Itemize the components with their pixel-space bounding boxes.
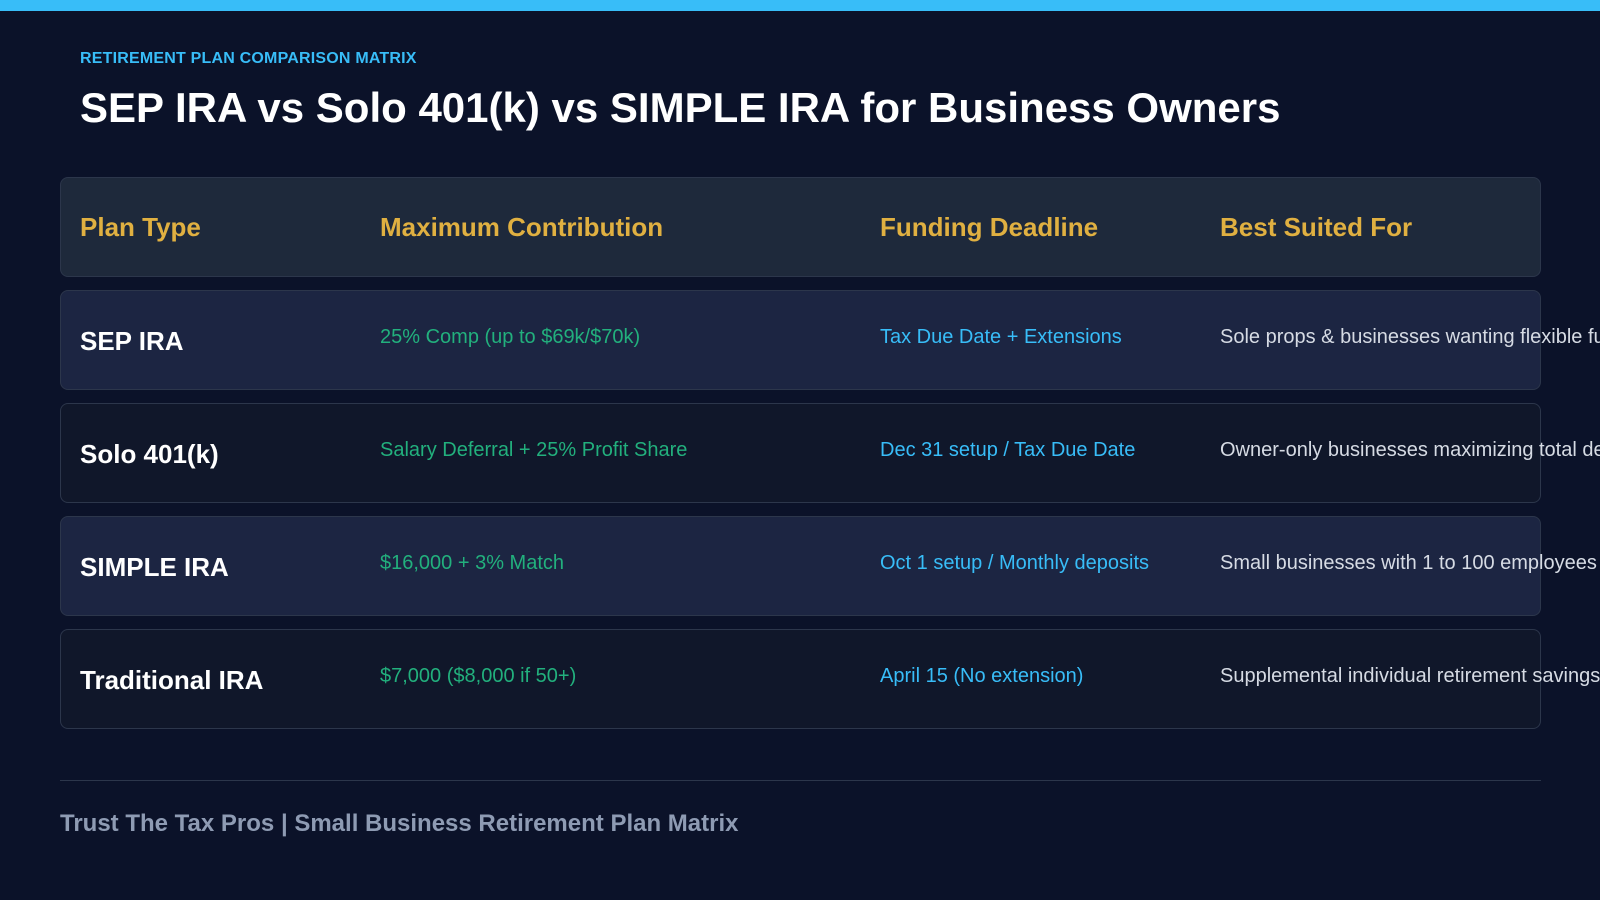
table-row: SEP IRA 25% Comp (up to $69k/$70k) Tax D…	[60, 290, 1600, 390]
max-contribution: Salary Deferral + 25% Profit Share	[380, 438, 688, 461]
plan-name: SIMPLE IRA	[80, 551, 229, 582]
funding-deadline: April 15 (No extension)	[880, 664, 1084, 687]
max-contribution: $7,000 ($8,000 if 50+)	[380, 664, 577, 687]
funding-deadline: Oct 1 setup / Monthly deposits	[880, 551, 1150, 574]
max-contribution: $16,000 + 3% Match	[380, 551, 565, 574]
column-header-max-contribution: Maximum Contribution	[380, 211, 664, 242]
plan-name: Solo 401(k)	[80, 438, 219, 469]
footer-divider	[60, 780, 1541, 781]
best-suited-for: Sole props & businesses wanting flexible…	[1220, 325, 1600, 348]
comparison-table: Plan Type Maximum Contribution Funding D…	[0, 0, 1600, 900]
column-header-funding-deadline: Funding Deadline	[880, 211, 1099, 242]
max-contribution: 25% Comp (up to $69k/$70k)	[380, 325, 641, 348]
funding-deadline: Tax Due Date + Extensions	[880, 325, 1122, 348]
column-header-best-suited-for: Best Suited For	[1220, 211, 1413, 242]
plan-name: Traditional IRA	[80, 664, 264, 695]
footer-text: Trust The Tax Pros | Small Business Reti…	[60, 810, 739, 837]
plan-name: SEP IRA	[80, 325, 184, 356]
table-row: Solo 401(k) Salary Deferral + 25% Profit…	[60, 403, 1600, 503]
funding-deadline: Dec 31 setup / Tax Due Date	[880, 438, 1136, 461]
best-suited-for: Supplemental individual retirement savin…	[1220, 664, 1600, 687]
column-header-plan-type: Plan Type	[80, 211, 201, 242]
table-row: Traditional IRA $7,000 ($8,000 if 50+) A…	[60, 629, 1600, 729]
best-suited-for: Owner-only businesses maximizing total d…	[1220, 438, 1600, 461]
table-header-row: Plan Type Maximum Contribution Funding D…	[60, 177, 1541, 277]
best-suited-for: Small businesses with 1 to 100 employees	[1220, 551, 1597, 574]
table-row: SIMPLE IRA $16,000 + 3% Match Oct 1 setu…	[60, 516, 1597, 616]
